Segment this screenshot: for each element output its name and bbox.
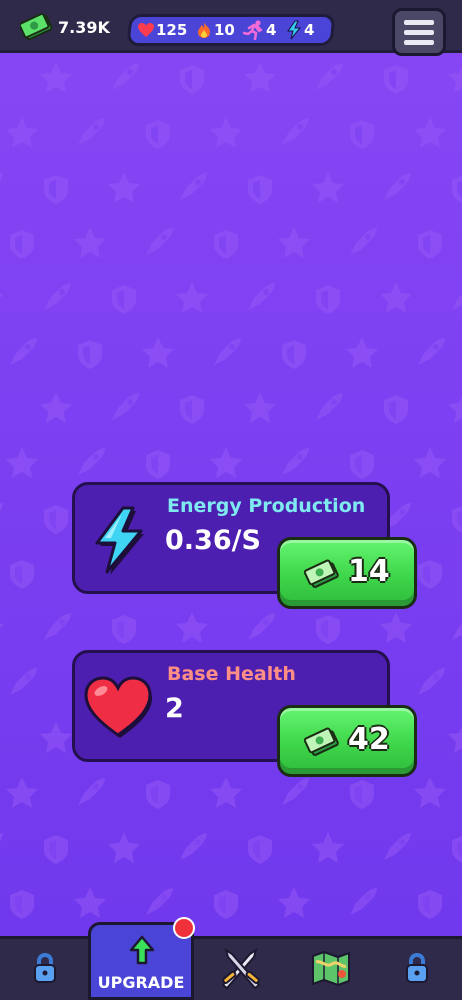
upgrade-value: 2: [165, 693, 184, 724]
crossed-swords-icon: [221, 947, 261, 990]
cash-counter: 7.39K: [18, 10, 112, 44]
energy-value: 4: [303, 21, 315, 39]
nav-map[interactable]: [306, 944, 356, 992]
health-stat: 125: [137, 21, 187, 39]
fire-icon: [198, 22, 211, 38]
heart-icon: [138, 23, 154, 37]
lock-icon: [34, 952, 56, 983]
upgrade-price: 42: [348, 722, 390, 757]
upgrade-title: Energy Production: [167, 495, 366, 517]
upgrade-value: 0.36/S: [165, 525, 261, 556]
buy-energy-production-button[interactable]: 14: [277, 537, 417, 609]
nav-locked-left[interactable]: [20, 944, 70, 992]
nav-battle[interactable]: [216, 944, 266, 992]
health-value: 125: [156, 21, 188, 39]
lightning-icon: [89, 505, 149, 579]
upgrade-title: Base Health: [167, 663, 296, 685]
fire-stat: 10: [195, 21, 235, 39]
cash-amount: 7.39K: [58, 17, 110, 37]
nav-locked-right[interactable]: [392, 944, 442, 992]
stats-bar: 125 10 4 4: [126, 14, 336, 46]
lightning-icon: [286, 20, 301, 40]
hamburger-menu-icon: [404, 19, 434, 25]
menu-button[interactable]: [392, 8, 446, 56]
runner-value: 4: [266, 21, 277, 39]
cash-stack-icon: [303, 558, 340, 594]
buy-base-health-button[interactable]: 42: [277, 705, 417, 777]
runner-icon: [243, 20, 263, 40]
fire-value: 10: [214, 21, 236, 39]
nav-upgrade-label: UPGRADE: [97, 973, 185, 992]
upgrade-price: 14: [348, 554, 390, 589]
lock-icon: [406, 952, 428, 983]
map-icon: [312, 950, 350, 987]
heart-icon: [83, 675, 153, 743]
runner-stat: 4: [243, 20, 277, 40]
arrow-up-icon: [129, 935, 155, 969]
cash-stack-icon: [18, 12, 54, 42]
energy-stat: 4: [285, 20, 314, 40]
cash-stack-icon: [303, 726, 340, 762]
notification-badge: [173, 917, 195, 939]
